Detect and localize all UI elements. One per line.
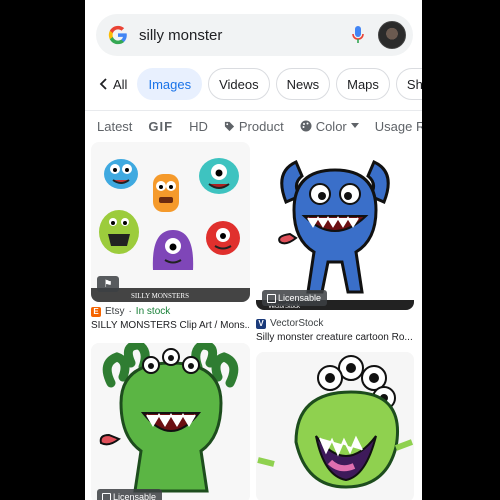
- google-g-icon: [108, 25, 127, 45]
- tab-videos[interactable]: Videos: [208, 68, 270, 100]
- mic-icon[interactable]: [350, 25, 366, 45]
- filter-color[interactable]: Color: [300, 119, 359, 134]
- result-image-2[interactable]: VectorStock Licensable: [256, 142, 414, 310]
- filter-usage-rights[interactable]: Usage Rig: [375, 119, 422, 134]
- divider: [85, 110, 422, 111]
- tab-label: Maps: [347, 76, 379, 92]
- filter-label: Product: [238, 118, 284, 134]
- result-image-4[interactable]: [256, 352, 414, 500]
- chevron-left-icon: [99, 78, 107, 90]
- source-name: VectorStock: [270, 318, 324, 329]
- source-separator: ·: [128, 306, 132, 317]
- tab-label: Shoppin: [406, 76, 422, 92]
- tab-label: Images: [148, 76, 192, 92]
- source-name: Etsy: [105, 306, 125, 317]
- filter-bar: Latest GIF HD Product Color Usage Rig: [97, 116, 422, 136]
- blue-monster-image: VectorStock: [256, 142, 414, 310]
- filter-gif[interactable]: GIF: [148, 119, 173, 134]
- result-title-1[interactable]: SILLY MONSTERS Clip Art / Mons...: [91, 320, 249, 331]
- result-image-1[interactable]: SILLY MONSTERS ⚑: [91, 142, 250, 302]
- vectorstock-icon: V: [256, 318, 266, 329]
- filter-label: Color: [315, 118, 347, 134]
- filter-label: GIF: [148, 118, 174, 134]
- result-image-3[interactable]: Licensable: [91, 343, 250, 500]
- tab-images[interactable]: Images: [137, 68, 203, 100]
- search-tabs: All Images Videos News Maps Shoppin: [95, 68, 422, 100]
- multi-eyed-monster-image: [256, 352, 414, 500]
- filter-label: HD: [189, 118, 208, 134]
- etsy-icon: E: [91, 306, 101, 317]
- avatar[interactable]: [378, 21, 406, 49]
- tab-shopping[interactable]: Shoppin: [395, 68, 422, 100]
- filter-label: Latest: [97, 118, 133, 134]
- tab-all[interactable]: All: [95, 68, 131, 100]
- tab-maps[interactable]: Maps: [336, 68, 390, 100]
- search-bar[interactable]: silly monster: [96, 14, 413, 56]
- filter-latest[interactable]: Latest: [97, 119, 132, 134]
- result-source-2[interactable]: V VectorStock: [256, 318, 323, 329]
- result-title-2[interactable]: Silly monster creature cartoon Ro...: [256, 332, 414, 343]
- palette-icon: [300, 120, 312, 132]
- phone-screen: silly monster All Images Videos News Map…: [85, 0, 422, 500]
- tag-icon: [224, 121, 234, 131]
- tab-label: All: [113, 76, 128, 92]
- tab-news[interactable]: News: [275, 68, 331, 100]
- filter-hd[interactable]: HD: [189, 119, 208, 134]
- tab-label: News: [286, 76, 320, 92]
- shopping-tag-badge: ⚑: [97, 276, 119, 292]
- caret-down-icon: [350, 123, 359, 128]
- search-query[interactable]: silly monster: [139, 27, 350, 44]
- stock-status: In stock: [135, 306, 171, 317]
- filter-label: Usage Rig: [374, 118, 422, 134]
- image-watermark-text: SILLY MONSTERS: [131, 292, 189, 300]
- result-source-1[interactable]: E Etsy · In stock: [91, 306, 170, 317]
- licensable-badge: Licensable: [97, 489, 163, 500]
- filter-product[interactable]: Product: [224, 119, 284, 134]
- green-monster-image: [91, 343, 250, 500]
- licensable-badge: Licensable: [262, 290, 328, 306]
- tab-label: Videos: [219, 76, 259, 92]
